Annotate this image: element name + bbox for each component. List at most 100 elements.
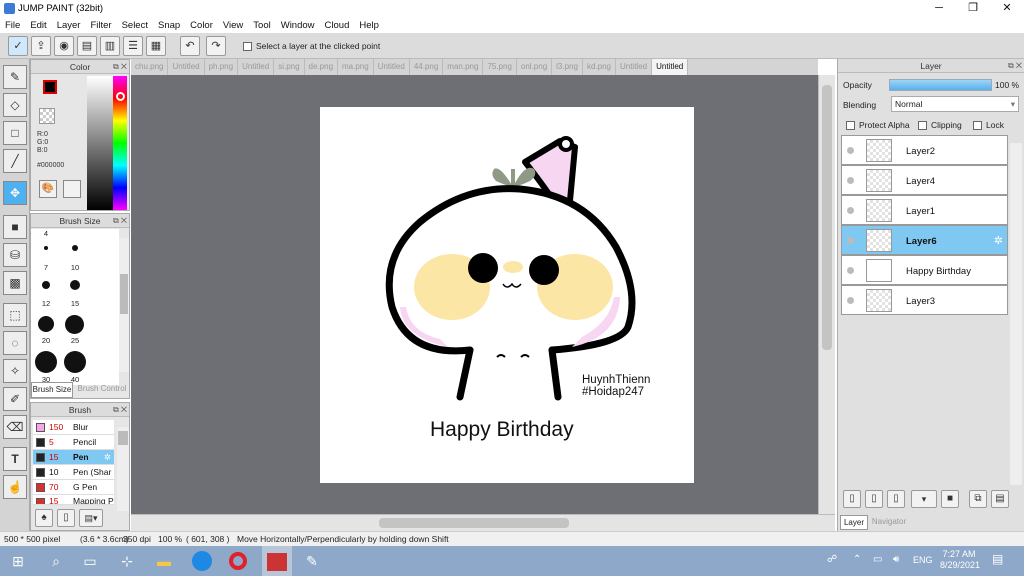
brush-menu-icon[interactable]: ▤▾ xyxy=(79,509,103,527)
export-icon[interactable]: ⇪ xyxy=(31,36,51,56)
magic-wand-icon[interactable]: ✧ xyxy=(3,359,27,383)
brush-scrollbar[interactable] xyxy=(117,427,129,511)
layer-row[interactable]: Layer2 xyxy=(841,135,1008,165)
protect-alpha-checkbox[interactable] xyxy=(846,121,855,130)
brush-icon[interactable]: ✎ xyxy=(3,65,27,89)
file-tab[interactable]: man.png xyxy=(443,59,484,75)
visibility-icon[interactable] xyxy=(847,207,854,214)
size-dot[interactable] xyxy=(42,281,50,289)
language-indicator[interactable]: ENG xyxy=(913,555,933,565)
tab-brush-control[interactable]: Brush Control xyxy=(75,382,129,398)
palette-icon[interactable]: 🎨 xyxy=(39,180,57,198)
tray-chevron-icon[interactable]: ⌃ xyxy=(853,554,861,565)
menu-view[interactable]: View xyxy=(218,18,248,33)
search-icon[interactable]: ⌕ xyxy=(44,550,68,572)
size-dot[interactable] xyxy=(38,316,54,332)
size-dot[interactable] xyxy=(70,280,80,290)
color-picker-icon[interactable] xyxy=(63,180,81,198)
layer-row[interactable]: Happy Birthday xyxy=(841,255,1008,285)
file-tab[interactable]: kd.png xyxy=(583,59,616,75)
menu-help[interactable]: Help xyxy=(354,18,384,33)
layer-type-menu-icon[interactable]: ▾ xyxy=(911,490,937,508)
folder-icon[interactable]: ■ xyxy=(941,490,959,508)
brush-item[interactable]: 10 Pen (Shar xyxy=(33,465,114,480)
file-tab[interactable]: Untitled xyxy=(168,59,205,75)
clock[interactable]: 7:27 AM 8/29/2021 xyxy=(940,549,980,571)
transparent-color-icon[interactable] xyxy=(39,108,55,124)
select-pen-icon[interactable]: ✐ xyxy=(3,387,27,411)
move-icon[interactable]: ✥ xyxy=(3,181,27,205)
layer-row-selected[interactable]: Layer6 ✲ xyxy=(841,225,1008,255)
visibility-icon[interactable] xyxy=(847,147,854,154)
gradient-icon[interactable]: ▩ xyxy=(3,271,27,295)
gear-icon[interactable]: ✲ xyxy=(104,450,111,465)
brush-item[interactable]: 150 Blur xyxy=(33,420,114,435)
close-button[interactable]: ✕ xyxy=(990,0,1024,18)
minimize-button[interactable]: ─ xyxy=(922,0,956,18)
text-icon[interactable]: T xyxy=(3,447,27,471)
vertical-scroll-thumb[interactable] xyxy=(822,85,832,350)
size-dot[interactable] xyxy=(65,315,84,334)
brightness-slider[interactable] xyxy=(87,76,113,210)
size-dot[interactable] xyxy=(44,246,48,250)
horizontal-scroll-thumb[interactable] xyxy=(379,518,569,528)
paint-app-icon[interactable]: ✎ xyxy=(300,550,324,572)
brush-item-selected[interactable]: 15 Pen ✲ xyxy=(33,450,114,465)
clipping-checkbox[interactable] xyxy=(918,121,927,130)
visibility-icon[interactable] xyxy=(847,177,854,184)
menu-tool[interactable]: Tool xyxy=(248,18,275,33)
brush-item[interactable]: 5 Pencil xyxy=(33,435,114,450)
eraser-icon[interactable]: ◇ xyxy=(3,93,27,117)
select-rect-icon[interactable]: ⬚ xyxy=(3,303,27,327)
main-color-swatch[interactable] xyxy=(43,80,57,94)
file-explorer-icon[interactable]: ▬ xyxy=(152,550,176,572)
size-dot[interactable] xyxy=(72,245,78,251)
brush-item[interactable]: 15 Mapping P xyxy=(33,495,114,505)
jump-paint-taskbar-icon[interactable] xyxy=(262,546,292,576)
battery-icon[interactable]: ▭ xyxy=(873,554,882,565)
opera-icon[interactable] xyxy=(226,550,250,572)
menu-window[interactable]: Window xyxy=(276,18,320,33)
panel-close-icon[interactable]: ⧉ ✕ xyxy=(113,405,127,415)
brush-item[interactable]: 70 G Pen xyxy=(33,480,114,495)
bucket-icon[interactable]: ⛁ xyxy=(3,243,27,267)
gear-icon[interactable]: ✲ xyxy=(994,234,1003,247)
windows-start-icon[interactable]: ⊞ xyxy=(6,550,30,572)
menu-color[interactable]: Color xyxy=(185,18,218,33)
opacity-slider[interactable] xyxy=(889,79,992,91)
redo-icon[interactable]: ↷ xyxy=(206,36,226,56)
panel-close-icon[interactable]: ⧉ ✕ xyxy=(1008,61,1022,71)
layer-scrollbar[interactable] xyxy=(1010,143,1022,485)
panel-close-icon[interactable]: ⧉ ✕ xyxy=(113,62,127,72)
file-tab[interactable]: l3.png xyxy=(552,59,583,75)
file-tab[interactable]: onl.png xyxy=(517,59,553,75)
size-dot[interactable] xyxy=(35,351,57,373)
file-tab[interactable]: Untitled xyxy=(374,59,410,75)
chat-icon[interactable]: ▤ xyxy=(77,36,97,56)
layer-row[interactable]: Layer4 xyxy=(841,165,1008,195)
horizontal-scrollbar[interactable] xyxy=(131,514,835,531)
menu-layer[interactable]: Layer xyxy=(52,18,86,33)
brush-add-icon[interactable]: ♠ xyxy=(35,509,53,527)
fill-rect-icon[interactable]: ■ xyxy=(3,215,27,239)
volume-icon[interactable]: 🔊︎ xyxy=(893,554,899,565)
new-1bit-layer-icon[interactable]: ▯ xyxy=(887,490,905,508)
file-tab[interactable]: ma.png xyxy=(338,59,374,75)
visibility-icon[interactable] xyxy=(847,237,854,244)
grid-icon[interactable]: ▦ xyxy=(146,36,166,56)
visibility-icon[interactable] xyxy=(847,267,854,274)
file-tab-active[interactable]: Untitled xyxy=(652,59,689,75)
people-icon[interactable]: ☍ xyxy=(827,554,837,565)
brush-size-scrollbar[interactable] xyxy=(119,238,129,372)
comment-icon[interactable]: ◉ xyxy=(54,36,74,56)
visibility-icon[interactable] xyxy=(847,297,854,304)
menu-filter[interactable]: Filter xyxy=(85,18,116,33)
hue-handle[interactable] xyxy=(116,92,125,101)
merge-layer-icon[interactable]: ▤ xyxy=(991,490,1009,508)
file-tab[interactable]: chu.png xyxy=(131,59,169,75)
zalo-icon[interactable] xyxy=(190,550,214,572)
undo-icon[interactable]: ↶ xyxy=(180,36,200,56)
select-eraser-icon[interactable]: ⌫ xyxy=(3,415,27,439)
layer-row[interactable]: Layer1 xyxy=(841,195,1008,225)
drawing-canvas[interactable]: HuynhThienn #Hoidap247 Happy Birthday xyxy=(320,107,694,483)
